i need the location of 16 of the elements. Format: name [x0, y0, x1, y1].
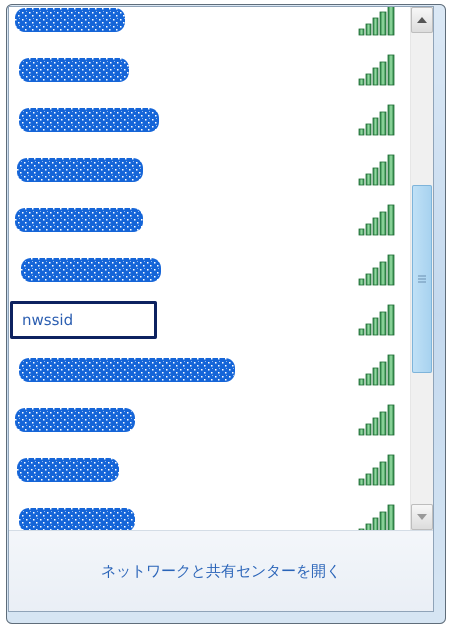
signal-strength-icon — [358, 104, 396, 136]
signal-strength-icon — [358, 204, 396, 236]
signal-strength-icon — [358, 454, 396, 486]
signal-strength-icon — [358, 154, 396, 186]
scrollbar-thumb[interactable] — [412, 185, 432, 373]
signal-strength-icon — [358, 354, 396, 386]
grip-icon — [418, 275, 426, 283]
network-name[interactable]: nwssid — [10, 301, 157, 339]
signal-strength-icon — [358, 304, 396, 336]
signal-strength-icon — [358, 54, 396, 86]
scrollbar[interactable] — [410, 7, 433, 530]
signal-strength-icon — [358, 404, 396, 436]
signal-strength-icon — [358, 7, 396, 36]
signal-strength-icon — [358, 254, 396, 286]
network-sharing-center-link[interactable]: ネットワークと共有センターを開く — [101, 562, 341, 580]
signal-strength-icon — [358, 504, 396, 530]
